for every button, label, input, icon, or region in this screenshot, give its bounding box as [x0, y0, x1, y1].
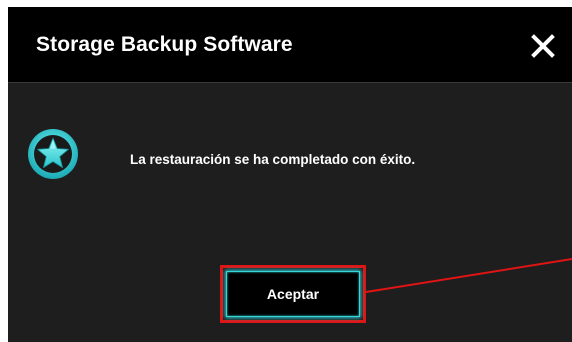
- close-icon[interactable]: [530, 33, 556, 59]
- status-message: La restauración se ha completado con éxi…: [130, 152, 416, 167]
- dialog-titlebar: Storage Backup Software: [8, 7, 572, 83]
- restore-complete-dialog: Storage Backup Software La restauración …: [8, 7, 572, 342]
- accept-button[interactable]: Aceptar: [226, 271, 360, 317]
- dialog-title: Storage Backup Software: [36, 33, 293, 56]
- star-icon: [26, 127, 80, 181]
